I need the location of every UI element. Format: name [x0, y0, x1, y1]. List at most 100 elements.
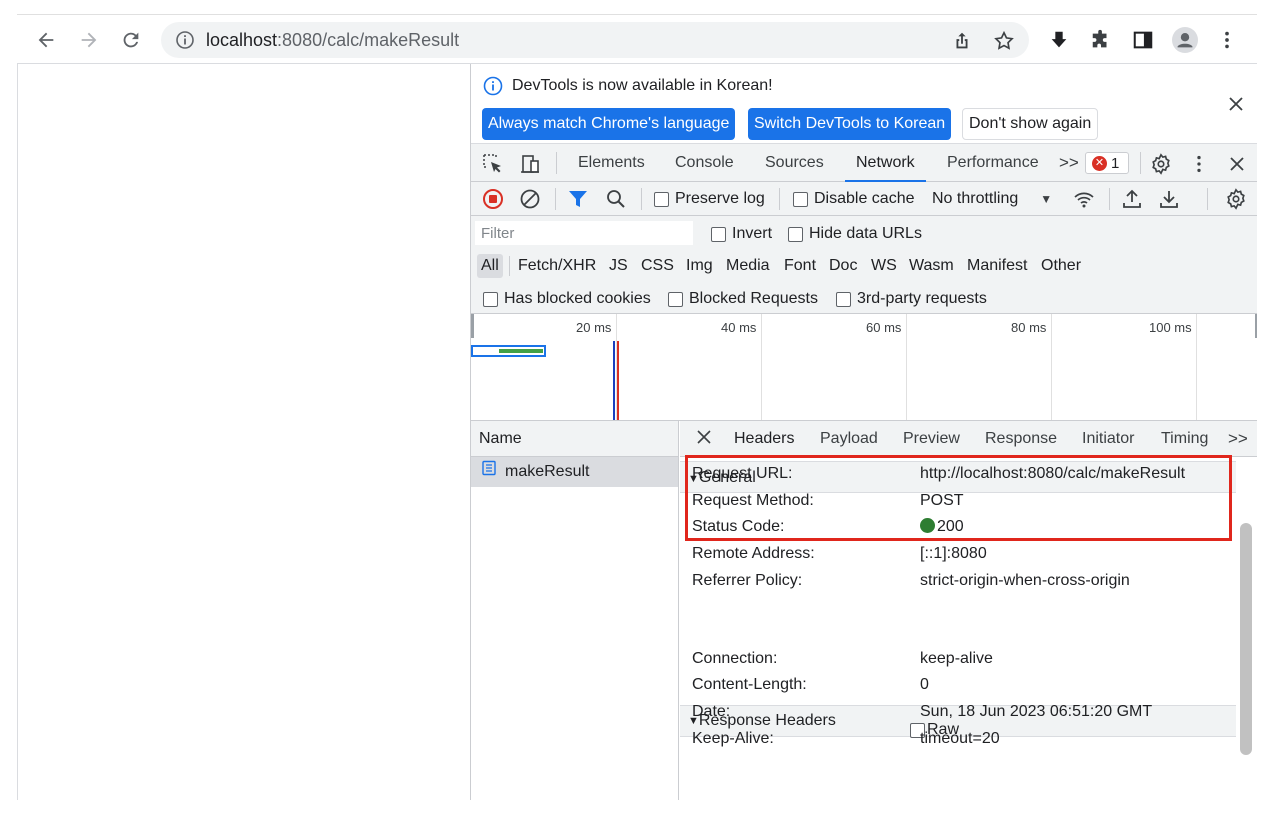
- record-stop-icon[interactable]: [482, 188, 504, 210]
- profile-avatar-icon[interactable]: [1172, 27, 1198, 53]
- extension-download-icon[interactable]: [1046, 27, 1072, 53]
- forward-icon[interactable]: [72, 23, 106, 57]
- type-fetch-xhr[interactable]: Fetch/XHR: [518, 254, 596, 278]
- checkbox-box[interactable]: [668, 291, 683, 307]
- filter-row: Filter Invert Hide data URLs: [471, 216, 1257, 250]
- type-css[interactable]: CSS: [641, 254, 674, 278]
- device-toolbar-icon[interactable]: [519, 153, 541, 175]
- import-har-upload-icon[interactable]: [1121, 188, 1143, 210]
- blocked-requests-checkbox[interactable]: Blocked Requests: [668, 290, 818, 308]
- blocked-requests-label: Blocked Requests: [689, 290, 818, 307]
- switch-to-korean-button[interactable]: Switch DevTools to Korean: [748, 108, 952, 140]
- type-font[interactable]: Font: [784, 254, 816, 278]
- type-wasm[interactable]: Wasm: [909, 254, 954, 278]
- blocked-filter-row: Has blocked cookies Blocked Requests 3rd…: [471, 282, 1257, 314]
- type-img[interactable]: Img: [686, 254, 713, 278]
- tab-payload[interactable]: Payload: [820, 421, 878, 457]
- tab-initiator[interactable]: Initiator: [1082, 421, 1134, 457]
- tab-preview[interactable]: Preview: [903, 421, 960, 457]
- disable-cache-checkbox[interactable]: Disable cache: [793, 190, 915, 208]
- header-value: [::1]:8080: [920, 545, 987, 562]
- type-media[interactable]: Media: [726, 254, 770, 278]
- type-ws[interactable]: WS: [871, 254, 897, 278]
- tab-headers[interactable]: Headers: [722, 421, 807, 457]
- tab-timing[interactable]: Timing: [1161, 421, 1208, 457]
- overview-left-handle[interactable]: [471, 314, 474, 338]
- close-detail-icon[interactable]: [695, 421, 713, 457]
- has-blocked-cookies-checkbox[interactable]: Has blocked cookies: [483, 290, 651, 308]
- checkbox-box[interactable]: [836, 291, 851, 307]
- throttling-value: No throttling: [932, 190, 1019, 207]
- header-key: Keep-Alive:: [692, 730, 774, 747]
- more-tabs-chevron-icon[interactable]: >>: [1228, 421, 1248, 457]
- dont-show-again-button[interactable]: Don't show again: [962, 108, 1099, 140]
- throttling-select[interactable]: No throttling ▼: [932, 190, 1052, 208]
- invert-label: Invert: [732, 225, 773, 242]
- info-icon: [483, 76, 503, 96]
- tab-sources[interactable]: Sources: [765, 144, 824, 182]
- always-match-language-button[interactable]: Always match Chrome's language: [482, 108, 736, 140]
- more-tabs-chevron-icon[interactable]: >>: [1059, 144, 1079, 182]
- more-menu-icon[interactable]: [1214, 27, 1240, 53]
- extensions-puzzle-icon[interactable]: [1088, 27, 1114, 53]
- share-icon[interactable]: [951, 30, 973, 52]
- site-info-icon[interactable]: [175, 30, 195, 50]
- back-icon[interactable]: [29, 23, 63, 57]
- close-icon[interactable]: [1226, 94, 1246, 114]
- type-manifest[interactable]: Manifest: [967, 254, 1027, 278]
- tab-response[interactable]: Response: [985, 421, 1057, 457]
- network-toolbar: Preserve log Disable cache No throttling…: [471, 182, 1257, 216]
- network-settings-gear-icon[interactable]: [1225, 188, 1247, 210]
- type-js[interactable]: JS: [609, 254, 628, 278]
- checkbox-box[interactable]: [483, 291, 498, 307]
- url-host: localhost: [206, 30, 278, 50]
- error-count: 1: [1111, 154, 1120, 172]
- devtools-menu-icon[interactable]: [1188, 153, 1210, 175]
- request-bar-download: [499, 349, 543, 353]
- close-devtools-icon[interactable]: [1226, 153, 1248, 175]
- request-name-column: Name makeResult: [471, 421, 679, 800]
- tab-network[interactable]: Network: [845, 144, 926, 182]
- search-icon[interactable]: [605, 188, 627, 210]
- inspect-element-icon[interactable]: [482, 153, 504, 175]
- tab-console[interactable]: Console: [675, 144, 734, 182]
- side-panel-icon[interactable]: [1130, 27, 1156, 53]
- third-party-requests-checkbox[interactable]: 3rd-party requests: [836, 290, 987, 308]
- header-key: Content-Length:: [692, 676, 807, 693]
- invert-checkbox[interactable]: Invert: [711, 225, 772, 243]
- grid-line: [1196, 314, 1197, 420]
- load-event-marker: [617, 341, 619, 420]
- type-all[interactable]: All: [477, 254, 503, 278]
- checkbox-box[interactable]: [788, 226, 803, 242]
- filter-funnel-icon[interactable]: [567, 188, 589, 210]
- url-path: :8080/calc/makeResult: [277, 30, 460, 50]
- overview-right-handle[interactable]: [1255, 314, 1257, 338]
- type-doc[interactable]: Doc: [829, 254, 857, 278]
- tab-elements[interactable]: Elements: [578, 144, 645, 182]
- vertical-scrollbar[interactable]: [1240, 523, 1252, 755]
- filter-input[interactable]: Filter: [475, 221, 693, 245]
- name-column-header[interactable]: Name: [471, 421, 678, 457]
- infobar-message: DevTools is now available in Korean!: [512, 77, 773, 94]
- network-overview-timeline[interactable]: 20 ms 40 ms 60 ms 80 ms 100 ms: [471, 314, 1257, 421]
- checkbox-box[interactable]: [654, 191, 669, 207]
- header-value: Sun, 18 Jun 2023 06:51:20 GMT: [920, 703, 1153, 720]
- checkbox-box[interactable]: [711, 226, 726, 242]
- type-other[interactable]: Other: [1041, 254, 1081, 278]
- tick-label: 80 ms: [1011, 320, 1047, 335]
- request-row[interactable]: makeResult: [471, 457, 678, 487]
- bookmark-star-icon[interactable]: [993, 30, 1015, 52]
- preserve-log-checkbox[interactable]: Preserve log: [654, 190, 765, 208]
- clear-icon[interactable]: [519, 188, 541, 210]
- network-conditions-wifi-icon[interactable]: [1073, 188, 1095, 210]
- tab-performance[interactable]: Performance: [947, 144, 1039, 182]
- address-bar[interactable]: localhost:8080/calc/makeResult: [161, 22, 1029, 58]
- export-har-download-icon[interactable]: [1158, 188, 1180, 210]
- header-key: Referrer Policy:: [692, 572, 803, 589]
- settings-gear-icon[interactable]: [1150, 153, 1172, 175]
- request-name: makeResult: [505, 463, 590, 480]
- checkbox-box[interactable]: [793, 191, 808, 207]
- reload-icon[interactable]: [114, 23, 148, 57]
- hide-data-urls-checkbox[interactable]: Hide data URLs: [788, 225, 922, 243]
- error-count-badge[interactable]: ✕ 1: [1085, 152, 1129, 174]
